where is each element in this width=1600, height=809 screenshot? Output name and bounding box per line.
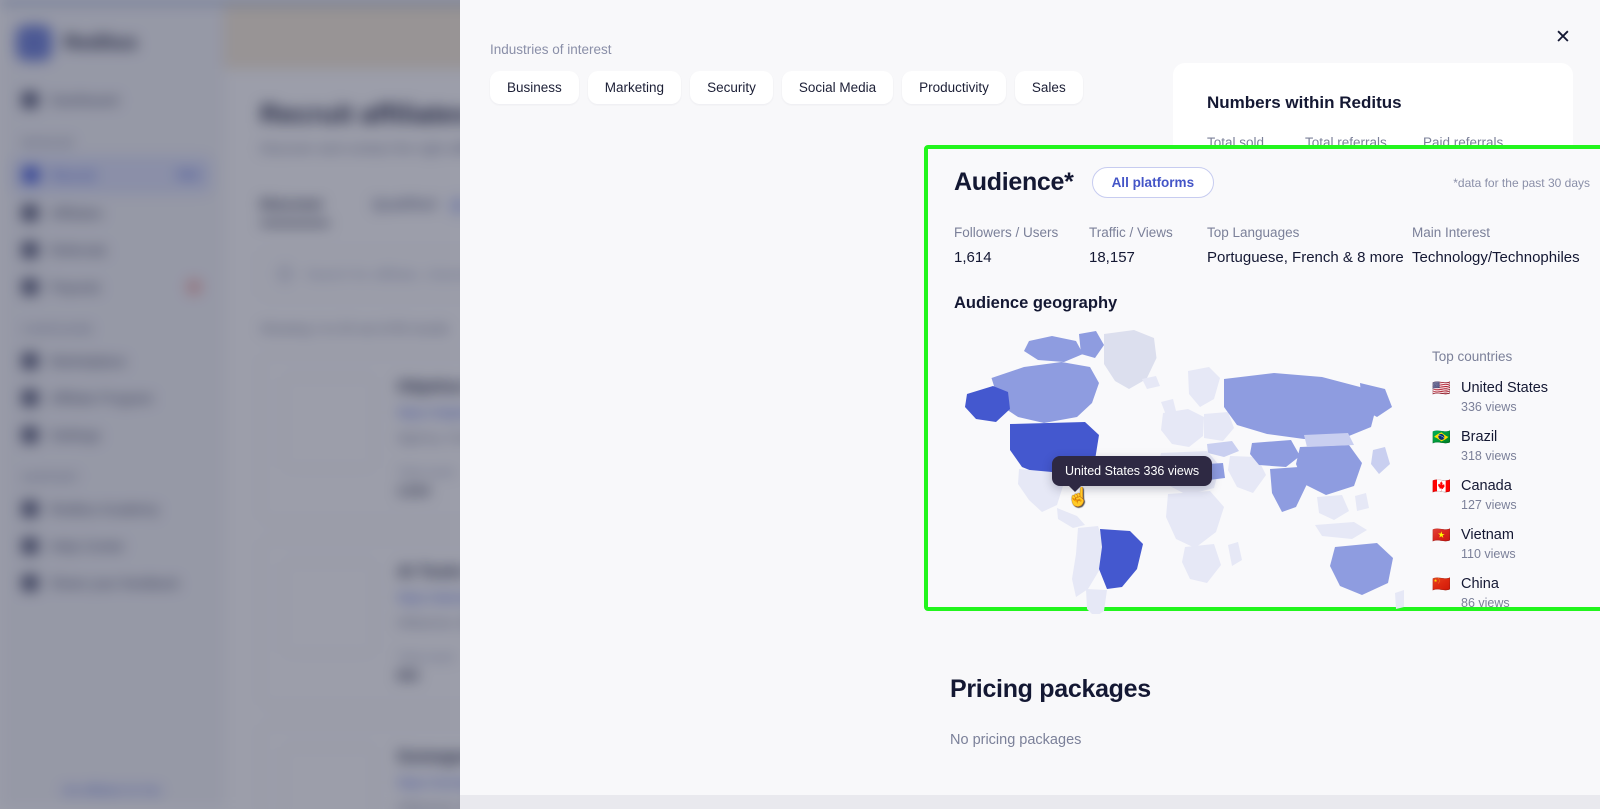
country-views: 318 views <box>1461 449 1517 463</box>
stat-value: 18,157 <box>1089 249 1135 266</box>
map-region-europe-west <box>1161 409 1204 447</box>
list-item: 🇻🇳 Vietnam 110 views <box>1432 527 1548 561</box>
industry-chip-productivity[interactable]: Productivity <box>902 71 1006 104</box>
industries-label: Industries of interest <box>490 42 612 57</box>
audience-stats-row: Followers / Users 1,614 Traffic / Views … <box>954 225 1590 266</box>
map-tooltip: United States 336 views <box>1052 456 1213 492</box>
country-views: 336 views <box>1461 400 1517 414</box>
stat-main-interest: Main Interest Technology/Technophiles <box>1412 225 1580 266</box>
modal-bottom-edge <box>460 795 1600 809</box>
industry-chip-security[interactable]: Security <box>690 71 773 104</box>
country-views: 86 views <box>1461 596 1510 610</box>
flag-icon-canada: 🇨🇦 <box>1432 477 1451 495</box>
mouse-cursor-icon: ☝ <box>1067 487 1090 507</box>
map-region-southern-africa <box>1182 544 1221 583</box>
country-name: United States <box>1461 380 1549 396</box>
audience-title: Audience* <box>954 168 1074 196</box>
top-countries-title: Top countries <box>1432 349 1513 364</box>
map-region-indonesia <box>1315 522 1367 539</box>
map-region-australia <box>1330 543 1393 595</box>
pricing-title: Pricing packages <box>950 675 1151 703</box>
affiliate-detail-modal: ✕ Industries of interest Business Market… <box>460 0 1600 809</box>
industry-chip-social-media[interactable]: Social Media <box>781 71 894 104</box>
country-name: China <box>1461 576 1499 592</box>
stat-label: Followers / Users <box>954 225 1059 240</box>
map-region-china <box>1296 445 1362 495</box>
all-platforms-filter-button[interactable]: All platforms <box>1091 167 1215 198</box>
industry-chip-sales[interactable]: Sales <box>1014 71 1083 104</box>
map-region-new-zealand <box>1395 590 1404 609</box>
flag-icon-china: 🇨🇳 <box>1432 575 1451 593</box>
map-region-japan <box>1371 447 1390 474</box>
map-region-canada-arctic <box>1024 336 1083 362</box>
map-region-turkey <box>1207 441 1239 457</box>
audience-geography-body: United States 336 views ☝ Top countries … <box>954 319 1590 625</box>
map-region-madagascar <box>1228 542 1242 566</box>
stat-followers-users: Followers / Users 1,614 <box>954 225 1089 266</box>
industry-chip-marketing[interactable]: Marketing <box>587 71 682 104</box>
map-region-colombia-peru <box>1072 526 1104 597</box>
world-map-chart[interactable]: United States 336 views ☝ <box>954 319 1404 614</box>
stat-value: Portuguese, French & 8 more <box>1207 249 1404 266</box>
map-region-central-america <box>1057 508 1085 528</box>
map-region-alaska <box>965 386 1010 422</box>
close-icon[interactable]: ✕ <box>1549 23 1577 51</box>
flag-icon-united-states: 🇺🇸 <box>1432 379 1451 397</box>
flag-icon-vietnam: 🇻🇳 <box>1432 526 1451 544</box>
map-region-europe-east <box>1204 412 1234 441</box>
list-item: 🇨🇳 China 86 views <box>1432 576 1548 610</box>
country-views: 110 views <box>1461 547 1516 561</box>
stat-top-languages: Top Languages Portuguese, French & 8 mor… <box>1207 225 1412 266</box>
industry-chip-business[interactable]: Business <box>490 71 579 104</box>
stat-value: 1,614 <box>954 249 992 266</box>
map-region-central-asia <box>1250 440 1300 467</box>
country-views: 127 views <box>1461 498 1517 512</box>
stat-traffic-views: Traffic / Views 18,157 <box>1089 225 1207 266</box>
stat-label: Traffic / Views <box>1089 225 1173 240</box>
map-region-southeast-asia <box>1317 495 1349 520</box>
map-region-argentina <box>1086 589 1107 614</box>
numbers-title: Numbers within Reditus <box>1207 93 1402 112</box>
top-countries-list: Top countries 🇺🇸 United States 336 views <box>1432 319 1548 625</box>
map-region-brazil <box>1099 529 1143 589</box>
map-region-scandinavia <box>1188 367 1220 407</box>
stat-value: Technology/Technophiles <box>1412 249 1580 266</box>
list-item: 🇧🇷 Brazil 318 views <box>1432 429 1548 463</box>
list-item: 🇨🇦 Canada 127 views <box>1432 478 1548 512</box>
industry-chip-list: Business Marketing Security Social Media… <box>490 71 1083 104</box>
stat-label: Top Languages <box>1207 225 1300 240</box>
map-region-canada-isl <box>1079 331 1104 358</box>
pricing-packages-section: Pricing packages No pricing packages <box>950 675 1151 748</box>
audience-section-highlighted: Audience* All platforms *data for the pa… <box>924 145 1600 614</box>
country-name: Vietnam <box>1461 527 1514 543</box>
map-region-philippines <box>1355 493 1369 511</box>
country-name: Brazil <box>1461 429 1498 445</box>
flag-icon-brazil: 🇧🇷 <box>1432 428 1451 446</box>
data-period-note: *data for the past 30 days <box>1453 175 1590 190</box>
pricing-empty-state: No pricing packages <box>950 732 1082 748</box>
stat-label: Main Interest <box>1412 225 1491 240</box>
modal-scroll-area[interactable]: ✕ Industries of interest Business Market… <box>460 0 1600 809</box>
map-region-central-africa <box>1166 491 1224 548</box>
country-name: Canada <box>1461 478 1512 494</box>
list-item: 🇺🇸 United States 336 views <box>1432 380 1548 414</box>
audience-geography-title: Audience geography <box>954 294 1118 312</box>
map-region-russia <box>1224 373 1377 439</box>
industries-section: Industries of interest Business Marketin… <box>490 42 1083 104</box>
map-region-mongolia <box>1304 433 1354 447</box>
audience-header: Audience* All platforms *data for the pa… <box>954 167 1590 198</box>
